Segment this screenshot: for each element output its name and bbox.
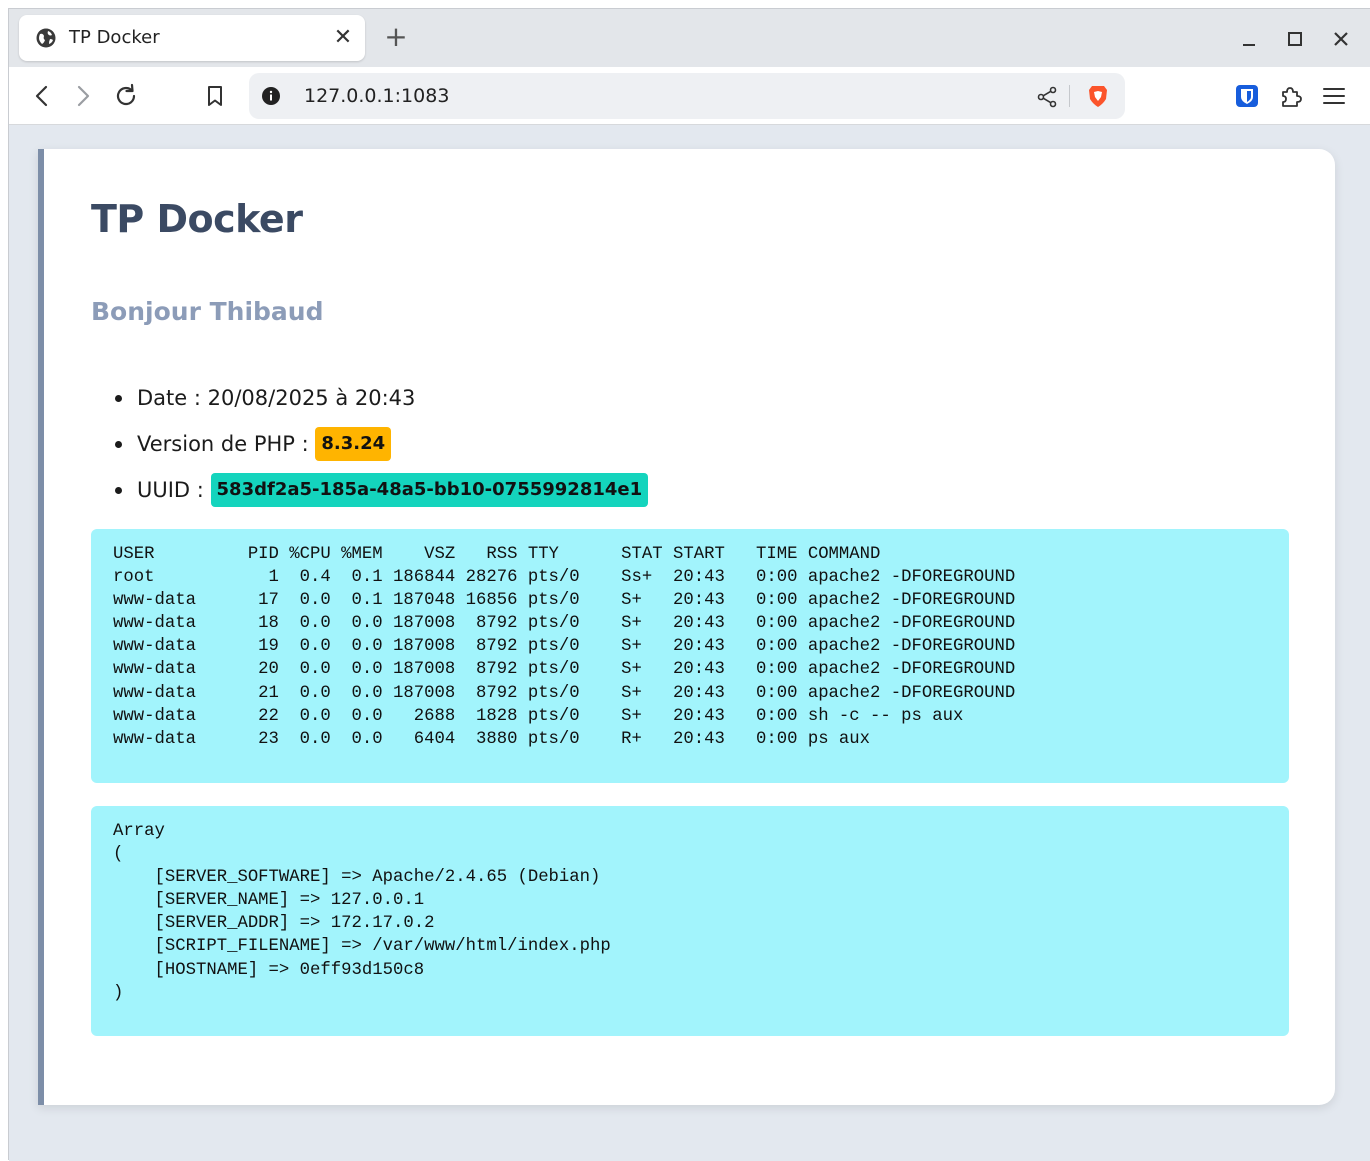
url-separator bbox=[1069, 85, 1070, 107]
greeting-heading: Bonjour Thibaud bbox=[91, 297, 324, 326]
maximize-button[interactable] bbox=[1281, 25, 1309, 53]
bitwarden-shield-icon bbox=[1236, 85, 1258, 107]
tab-title: TP Docker bbox=[69, 27, 160, 48]
address-bar[interactable]: 127.0.0.1:1083 bbox=[249, 73, 1125, 119]
info-icon[interactable] bbox=[261, 86, 281, 106]
page-viewport: TP Docker Bonjour Thibaud Date : 20/08/2… bbox=[9, 125, 1370, 1161]
uuid-label: UUID : bbox=[137, 478, 211, 502]
url-text[interactable]: 127.0.0.1:1083 bbox=[304, 85, 449, 107]
server-array-output: Array ( [SERVER_SOFTWARE] => Apache/2.4.… bbox=[91, 806, 1289, 1036]
close-icon bbox=[1334, 32, 1348, 46]
reload-icon bbox=[116, 83, 136, 106]
back-button[interactable] bbox=[26, 80, 58, 112]
close-window-button[interactable] bbox=[1327, 25, 1355, 53]
minimize-icon bbox=[1243, 44, 1255, 46]
list-item-php-version: Version de PHP : 8.3.24 bbox=[91, 427, 648, 473]
date-value: 20/08/2025 à 20:43 bbox=[207, 386, 416, 410]
page-title: TP Docker bbox=[91, 197, 303, 241]
hamburger-menu-icon bbox=[1323, 88, 1345, 104]
php-version-label: Version de PHP : bbox=[137, 432, 316, 456]
brave-shields-icon[interactable] bbox=[1085, 83, 1111, 109]
menu-button[interactable] bbox=[1318, 80, 1350, 112]
browser-toolbar: 127.0.0.1:1083 bbox=[9, 67, 1370, 125]
globe-icon bbox=[35, 27, 57, 49]
bookmark-icon bbox=[208, 86, 222, 106]
extensions-button[interactable] bbox=[1275, 80, 1307, 112]
puzzle-icon bbox=[1282, 87, 1302, 107]
info-list: Date : 20/08/2025 à 20:43 Version de PHP… bbox=[91, 381, 649, 519]
list-item-date: Date : 20/08/2025 à 20:43 bbox=[91, 381, 648, 427]
maximize-icon bbox=[1288, 32, 1302, 46]
tab-close-icon[interactable]: ✕ bbox=[331, 26, 355, 50]
forward-button[interactable] bbox=[67, 80, 99, 112]
minimize-button[interactable] bbox=[1235, 25, 1263, 53]
bookmark-button[interactable] bbox=[199, 80, 231, 112]
uuid-badge: 583df2a5-185a-48a5-bb10-0755992814e1 bbox=[210, 473, 649, 507]
chevron-left-icon bbox=[35, 85, 48, 107]
chevron-right-icon bbox=[77, 85, 90, 107]
new-tab-button[interactable]: + bbox=[381, 23, 411, 53]
bitwarden-extension-button[interactable] bbox=[1231, 80, 1263, 112]
process-list-output: USER PID %CPU %MEM VSZ RSS TTY STAT STAR… bbox=[91, 529, 1289, 783]
share-icon[interactable] bbox=[1035, 85, 1059, 109]
browser-window: TP Docker ✕ + 127.0.0.1:1083 TP Docker B… bbox=[8, 8, 1370, 1161]
tab-tp-docker[interactable]: TP Docker ✕ bbox=[19, 15, 365, 61]
content-card: TP Docker Bonjour Thibaud Date : 20/08/2… bbox=[38, 149, 1335, 1105]
date-label: Date : bbox=[137, 386, 208, 410]
tab-strip: TP Docker ✕ + bbox=[9, 9, 1370, 67]
reload-button[interactable] bbox=[110, 80, 142, 112]
php-version-badge: 8.3.24 bbox=[315, 427, 392, 461]
list-item-uuid: UUID : 583df2a5-185a-48a5-bb10-075599281… bbox=[91, 473, 649, 519]
